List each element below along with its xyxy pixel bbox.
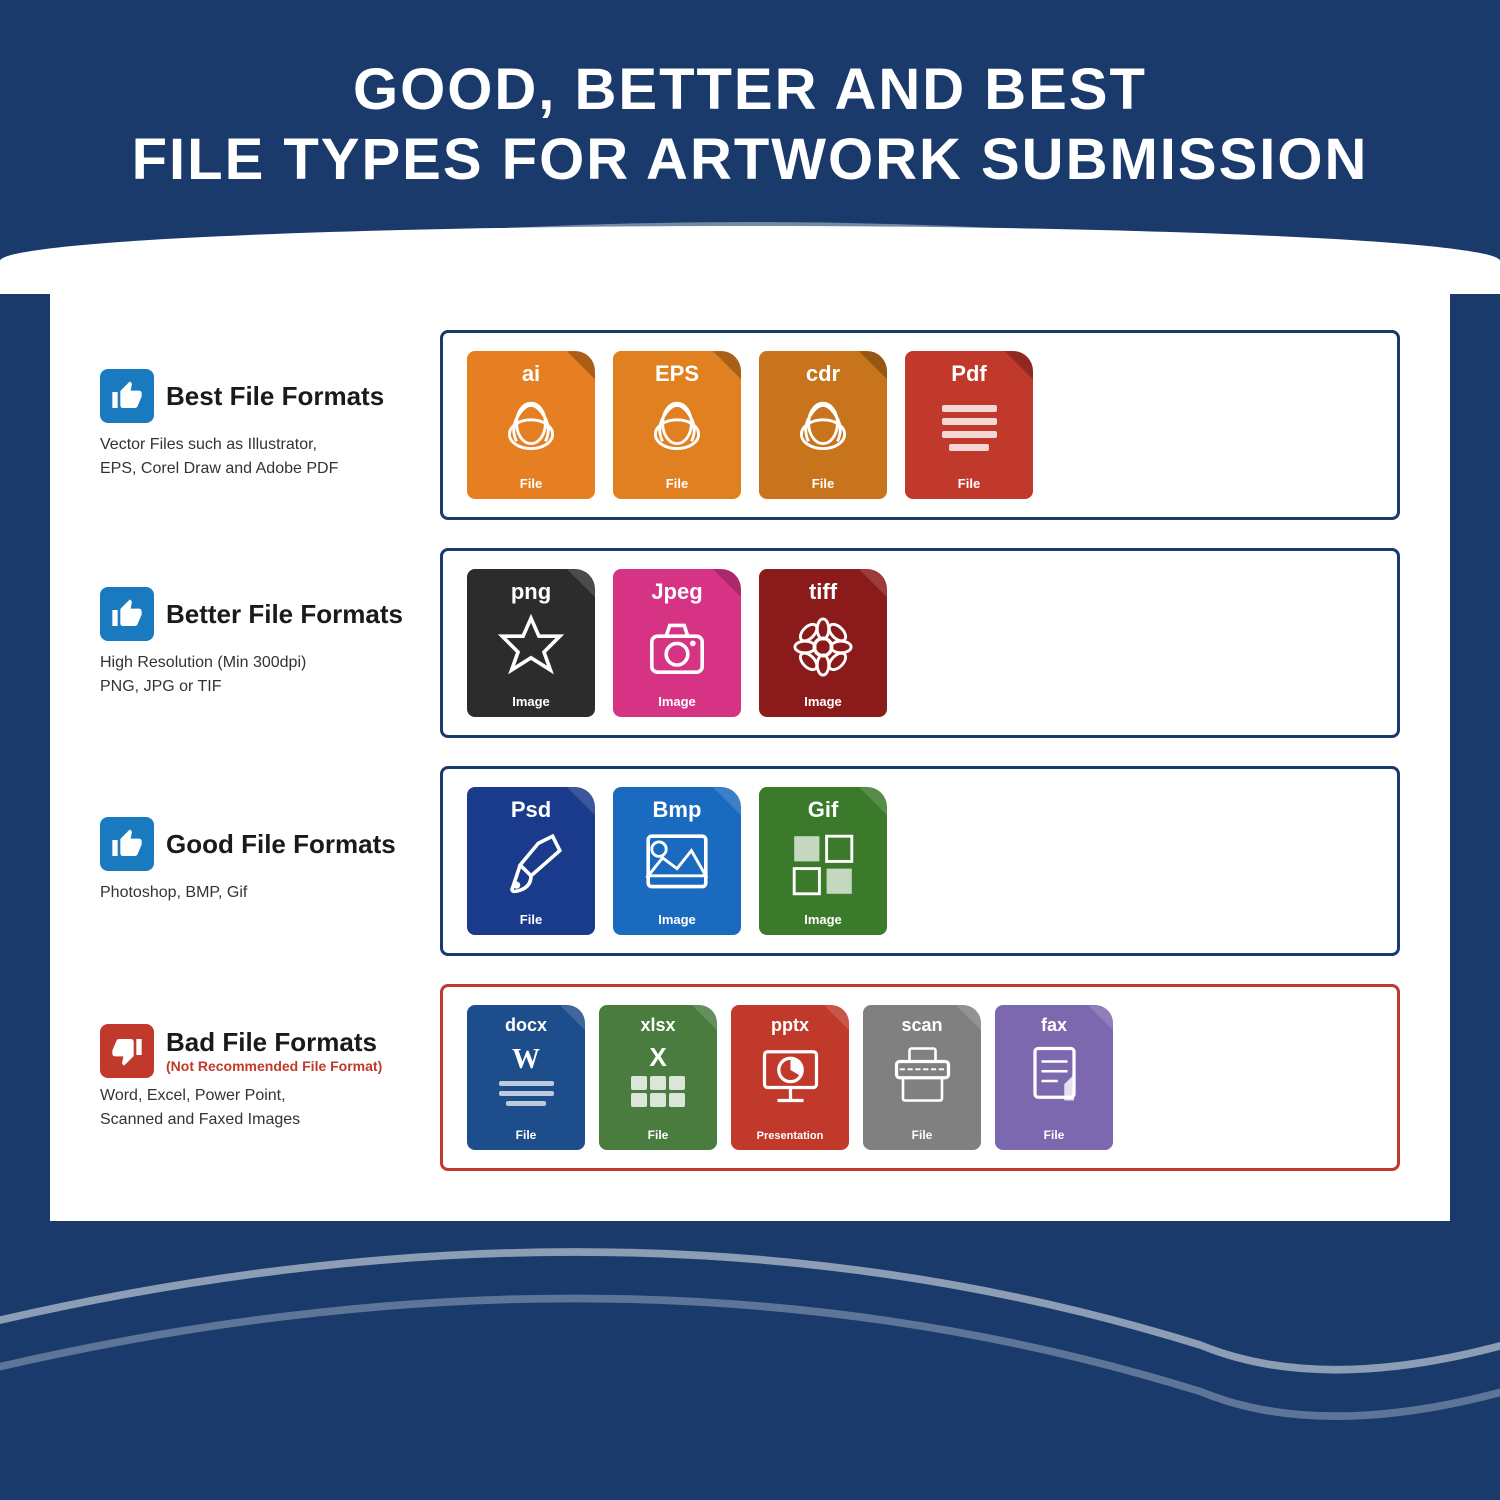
content-area: Best File Formats Vector Files such as I… [50, 290, 1450, 1221]
file-pptx: pptx Presentation [731, 1005, 849, 1150]
better-label-section: Better File Formats High Resolution (Min… [100, 587, 410, 699]
pdf-ext: Pdf [951, 361, 986, 387]
file-ai: ai File [467, 351, 595, 499]
good-title: Good File Formats [166, 829, 396, 860]
page-title: GOOD, BETTER AND BEST FILE TYPES FOR ART… [60, 55, 1440, 194]
good-thumb-icon [100, 817, 154, 871]
file-docx: docx W File [467, 1005, 585, 1150]
bottom-area [0, 1221, 1500, 1500]
tiff-label: Image [804, 694, 842, 709]
bad-label-section: Bad File Formats (Not Recommended File F… [100, 1024, 410, 1132]
better-row: Better File Formats High Resolution (Min… [100, 548, 1400, 738]
gif-label: Image [804, 912, 842, 927]
cdr-label: File [812, 476, 834, 491]
psd-label: File [520, 912, 542, 927]
ai-ext: ai [522, 361, 540, 387]
bmp-ext: Bmp [653, 797, 702, 823]
jpeg-ext: Jpeg [651, 579, 702, 605]
header-section: GOOD, BETTER AND BEST FILE TYPES FOR ART… [0, 0, 1500, 294]
better-desc: High Resolution (Min 300dpi)PNG, JPG or … [100, 651, 410, 699]
file-jpeg: Jpeg Image [613, 569, 741, 717]
eps-ext: EPS [655, 361, 699, 387]
png-label: Image [512, 694, 550, 709]
good-row: Good File Formats Photoshop, BMP, Gif Ps… [100, 766, 1400, 956]
file-eps: EPS File [613, 351, 741, 499]
better-files-container: png Image Jpeg [440, 548, 1400, 738]
best-label-section: Best File Formats Vector Files such as I… [100, 369, 410, 481]
pptx-ext: pptx [771, 1015, 809, 1036]
png-ext: png [511, 579, 551, 605]
file-xlsx: xlsx X File [599, 1005, 717, 1150]
better-title: Better File Formats [166, 599, 403, 630]
file-pdf: Pdf File [905, 351, 1033, 499]
psd-ext: Psd [511, 797, 551, 823]
best-row: Best File Formats Vector Files such as I… [100, 330, 1400, 520]
bad-row: Bad File Formats (Not Recommended File F… [100, 984, 1400, 1171]
eps-label: File [666, 476, 688, 491]
gif-ext: Gif [808, 797, 839, 823]
bad-thumb-icon [100, 1024, 154, 1078]
docx-ext: docx [505, 1015, 547, 1036]
file-scan: scan File [863, 1005, 981, 1150]
tiff-ext: tiff [809, 579, 837, 605]
file-psd: Psd File [467, 787, 595, 935]
fax-label: File [1044, 1128, 1065, 1142]
bad-files-container: docx W File xlsx [440, 984, 1400, 1171]
file-tiff: tiff Image [759, 569, 887, 717]
best-files-container: ai File EPS [440, 330, 1400, 520]
file-fax: fax File [995, 1005, 1113, 1150]
scan-label: File [912, 1128, 933, 1142]
good-label-section: Good File Formats Photoshop, BMP, Gif [100, 817, 410, 905]
jpeg-label: Image [658, 694, 696, 709]
good-desc: Photoshop, BMP, Gif [100, 881, 410, 905]
xlsx-ext: xlsx [640, 1015, 675, 1036]
good-files-container: Psd File Bmp [440, 766, 1400, 956]
ai-label: File [520, 476, 542, 491]
xlsx-label: File [648, 1128, 669, 1142]
scan-ext: scan [901, 1015, 942, 1036]
file-gif: Gif Image [759, 787, 887, 935]
best-thumb-icon [100, 369, 154, 423]
file-bmp: Bmp Image [613, 787, 741, 935]
pdf-label: File [958, 476, 980, 491]
fax-ext: fax [1041, 1015, 1067, 1036]
bad-title: Bad File Formats [166, 1027, 382, 1058]
better-thumb-icon [100, 587, 154, 641]
docx-label: File [516, 1128, 537, 1142]
best-title: Best File Formats [166, 381, 384, 412]
pptx-label: Presentation [757, 1130, 824, 1142]
bad-subtitle: (Not Recommended File Format) [166, 1058, 382, 1074]
main-container: GOOD, BETTER AND BEST FILE TYPES FOR ART… [0, 0, 1500, 1500]
cdr-ext: cdr [806, 361, 840, 387]
best-desc: Vector Files such as Illustrator,EPS, Co… [100, 433, 410, 481]
file-png: png Image [467, 569, 595, 717]
bmp-label: Image [658, 912, 696, 927]
bad-desc: Word, Excel, Power Point,Scanned and Fax… [100, 1084, 410, 1132]
file-cdr: cdr File [759, 351, 887, 499]
